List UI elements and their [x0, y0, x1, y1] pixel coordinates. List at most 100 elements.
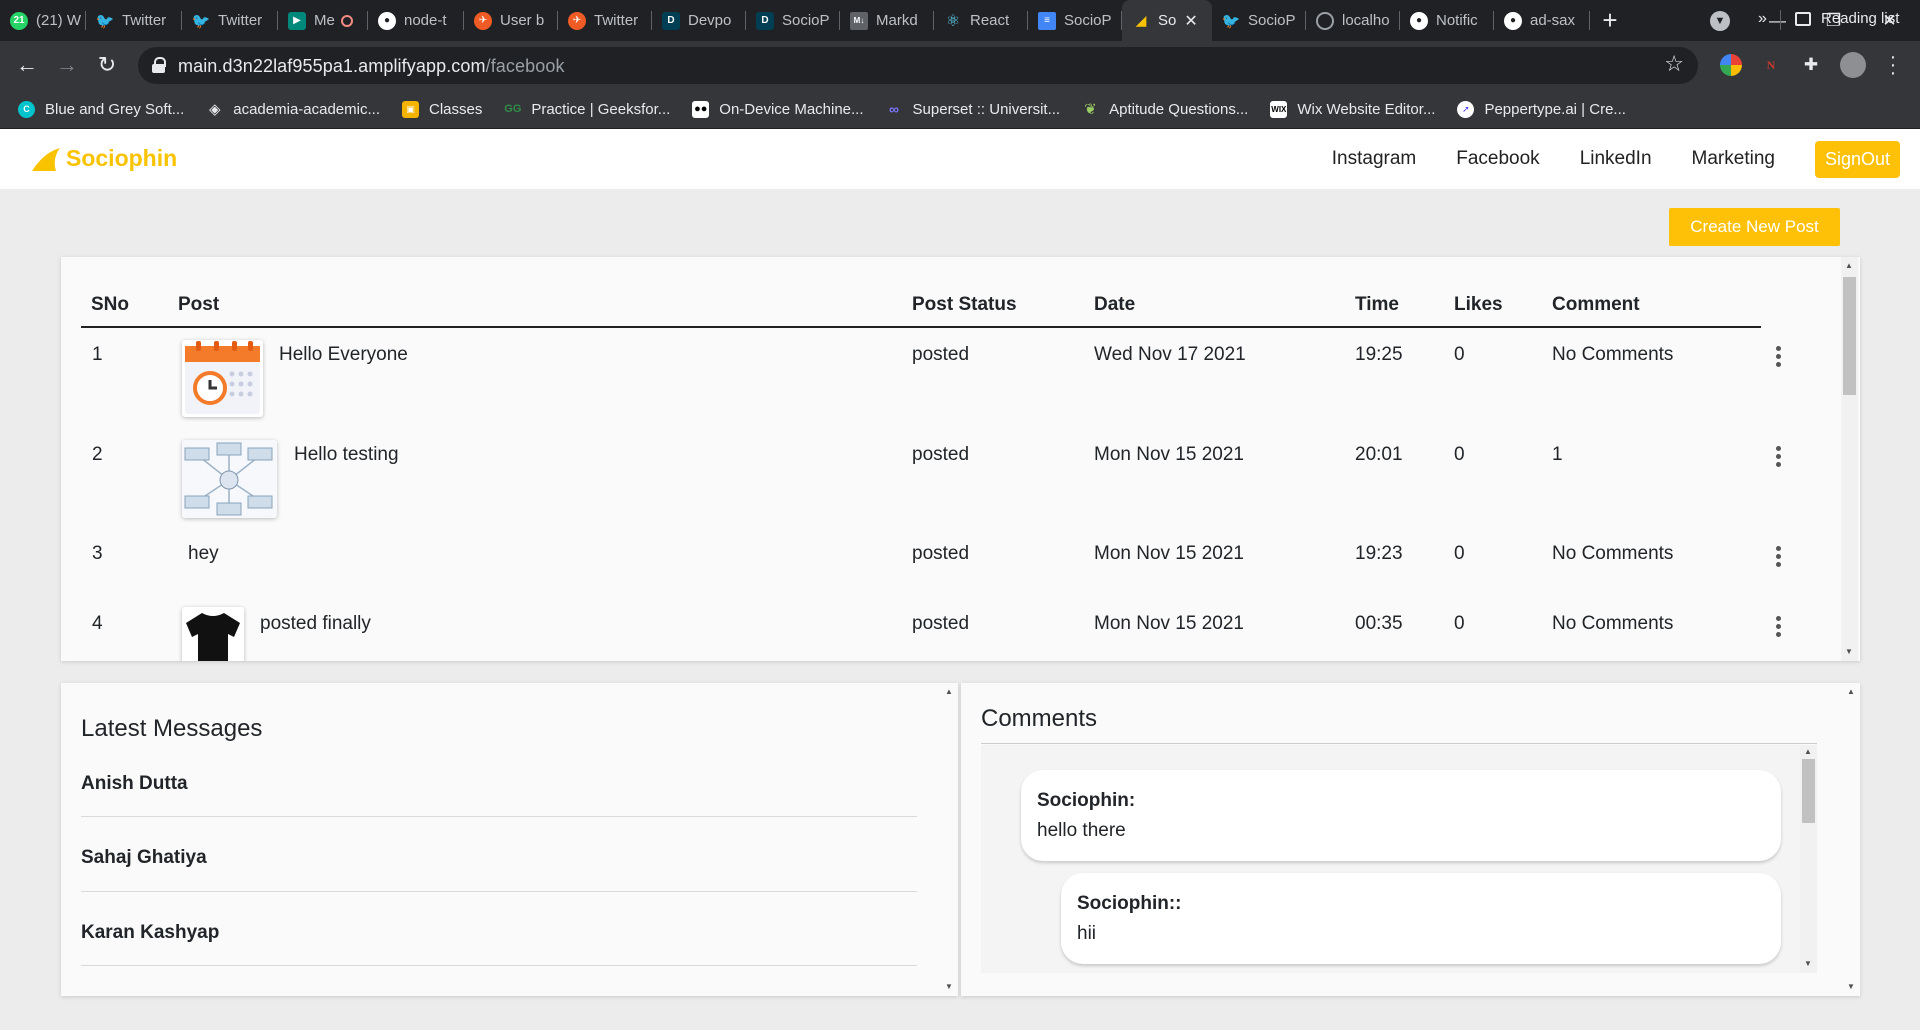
browser-tab[interactable]: ● Notific — [1400, 0, 1494, 41]
browser-toolbar: ← → ↻ main.d3n22laf955pa1.amplifyapp.com… — [0, 41, 1920, 90]
message-item[interactable]: Sahaj Ghatiya — [81, 847, 207, 869]
nav-link-marketing[interactable]: Marketing — [1692, 148, 1775, 170]
tab-title: Me — [314, 12, 335, 29]
message-item[interactable]: Anish Dutta — [81, 773, 188, 795]
scrollbar-thumb[interactable] — [1843, 277, 1856, 395]
url-text[interactable]: main.d3n22laf955pa1.amplifyapp.com/faceb… — [178, 56, 565, 77]
row-status: posted — [912, 444, 970, 465]
row-comment: No Comments — [1552, 543, 1674, 564]
notion-extension-icon[interactable]: N — [1760, 54, 1782, 76]
scrollbar-thumb[interactable] — [1802, 759, 1815, 823]
column-header: Time — [1355, 294, 1400, 315]
browser-tab[interactable]: ● node-t — [368, 0, 464, 41]
twitter-icon: 🐦 — [95, 12, 115, 30]
comments-panel: Comments Sociophin: hello there Sociophi… — [961, 683, 1860, 996]
bookmark-item[interactable]: ▣ Classes — [401, 100, 482, 118]
row-post-text: hey — [188, 543, 219, 564]
browser-tab[interactable]: ⚛ React — [934, 0, 1028, 41]
bookmark-item[interactable]: WIX Wix Website Editor... — [1270, 100, 1435, 118]
globe-icon — [1316, 11, 1334, 30]
bookmark-item[interactable]: ❦ Aptitude Questions... — [1082, 101, 1248, 119]
brand-logo[interactable]: Sociophin — [30, 145, 177, 172]
row-post-text: Hello testing — [294, 444, 399, 465]
back-icon[interactable]: ← — [12, 50, 42, 80]
reload-icon[interactable]: ↻ — [92, 50, 122, 80]
row-sno: 3 — [92, 543, 103, 564]
bookmarks-overflow-button[interactable]: » — [1758, 10, 1767, 28]
browser-tab[interactable]: ≡ SocioP — [1028, 0, 1122, 41]
scroll-down-icon[interactable]: ▼ — [1845, 647, 1853, 656]
google-docs-icon: ≡ — [1038, 11, 1056, 30]
row-menu-icon[interactable] — [1776, 546, 1782, 570]
comments-scrollbar[interactable]: ▲ ▼ — [1843, 683, 1860, 996]
extensions-puzzle-icon[interactable]: ✚ — [1800, 54, 1822, 76]
bookmark-item[interactable]: ●● On-Device Machine... — [692, 100, 864, 118]
profile-avatar[interactable] — [1840, 52, 1866, 78]
browser-tab[interactable]: M↓ Markd — [840, 0, 934, 41]
scroll-up-icon[interactable]: ▲ — [1847, 687, 1855, 696]
bookmark-item[interactable]: C Blue and Grey Soft... — [18, 100, 184, 118]
messages-scrollbar[interactable]: ▲ ▼ — [941, 683, 958, 996]
browser-tab[interactable]: D Devpo — [652, 0, 746, 41]
nav-link-facebook[interactable]: Facebook — [1456, 148, 1539, 170]
nav-link-instagram[interactable]: Instagram — [1332, 148, 1416, 170]
message-item[interactable]: Karan Kashyap — [81, 922, 219, 944]
chrome-menu-icon[interactable]: · · · — [1888, 47, 1898, 83]
browser-tab[interactable]: D SocioP — [746, 0, 840, 41]
new-tab-button[interactable]: + — [1590, 5, 1630, 36]
browser-tab[interactable]: ✈ User b — [464, 0, 558, 41]
scroll-down-icon[interactable]: ▼ — [1804, 959, 1812, 968]
browser-tab[interactable]: localho — [1306, 0, 1400, 41]
bookmark-item[interactable]: GG Practice | Geeksfor... — [504, 101, 670, 118]
devpost-icon: D — [662, 11, 680, 30]
column-header: Likes — [1454, 294, 1503, 315]
google-classroom-icon: ▣ — [401, 100, 419, 118]
browser-tab[interactable]: ✈ Twitter — [558, 0, 652, 41]
scroll-up-icon[interactable]: ▲ — [945, 687, 953, 696]
main-nav: Instagram Facebook LinkedIn Marketing Si… — [1332, 129, 1920, 189]
mindmap-diagram-image — [182, 440, 277, 518]
reading-list-button[interactable]: Reading list — [1795, 10, 1899, 27]
nav-link-linkedin[interactable]: LinkedIn — [1580, 148, 1652, 170]
posts-scrollbar[interactable]: ▲ ▼ — [1841, 257, 1858, 661]
comments-inner-scrollbar[interactable]: ▲ ▼ — [1800, 745, 1817, 973]
bookmark-star-icon[interactable]: ☆ — [1664, 51, 1684, 77]
browser-tab[interactable]: 🐦 Twitter — [86, 0, 182, 41]
scroll-up-icon[interactable]: ▲ — [1804, 747, 1812, 756]
browser-tab[interactable]: 🐦 SocioP — [1212, 0, 1306, 41]
github-icon: ● — [1504, 11, 1522, 30]
browser-tab[interactable]: 21 (21) W — [0, 0, 86, 41]
browser-tab-active[interactable]: ◢ So ✕ — [1122, 0, 1212, 41]
row-menu-icon[interactable] — [1776, 616, 1782, 640]
scroll-down-icon[interactable]: ▼ — [1847, 982, 1855, 991]
comment-bubble: Sociophin: hello there — [1021, 770, 1781, 861]
tab-title: So — [1158, 12, 1177, 29]
scroll-down-icon[interactable]: ▼ — [945, 982, 953, 991]
reading-list-label: Reading list — [1821, 10, 1900, 27]
close-icon[interactable]: ✕ — [1184, 11, 1197, 31]
browser-tab[interactable]: ● ad-sax — [1494, 0, 1590, 41]
column-header: Post — [178, 294, 220, 315]
row-menu-icon[interactable] — [1776, 346, 1782, 370]
browser-tab[interactable]: ▶ Me — [278, 0, 368, 41]
bookmark-item[interactable]: ∞ Superset :: Universit... — [886, 101, 1060, 118]
column-header: Post Status — [912, 294, 1017, 315]
row-comment: No Comments — [1552, 344, 1674, 365]
signout-button[interactable]: SignOut — [1814, 140, 1900, 178]
scroll-up-icon[interactable]: ▲ — [1845, 261, 1853, 270]
create-new-post-button[interactable]: Create New Post — [1669, 208, 1840, 246]
bookmark-item[interactable]: ◈ academia-academic... — [206, 101, 380, 119]
color-picker-extension-icon[interactable] — [1720, 54, 1742, 76]
bookmark-item[interactable]: ➚ Peppertype.ai | Cre... — [1457, 100, 1626, 118]
tab-title: Twitter — [594, 12, 639, 29]
address-bar[interactable]: main.d3n22laf955pa1.amplifyapp.com/faceb… — [138, 47, 1698, 84]
tab-title: localho — [1342, 12, 1390, 29]
divider — [981, 743, 1817, 744]
browser-tab[interactable]: 🐦 Twitter — [182, 0, 278, 41]
sociophin-icon: ◢ — [1135, 12, 1147, 28]
row-likes: 0 — [1454, 344, 1465, 365]
tab-search-icon[interactable]: ▼ — [1710, 11, 1730, 31]
forward-icon[interactable]: → — [52, 50, 82, 80]
bookmarks-bar: C Blue and Grey Soft... ◈ academia-academi… — [0, 90, 1920, 129]
row-menu-icon[interactable] — [1776, 446, 1782, 470]
